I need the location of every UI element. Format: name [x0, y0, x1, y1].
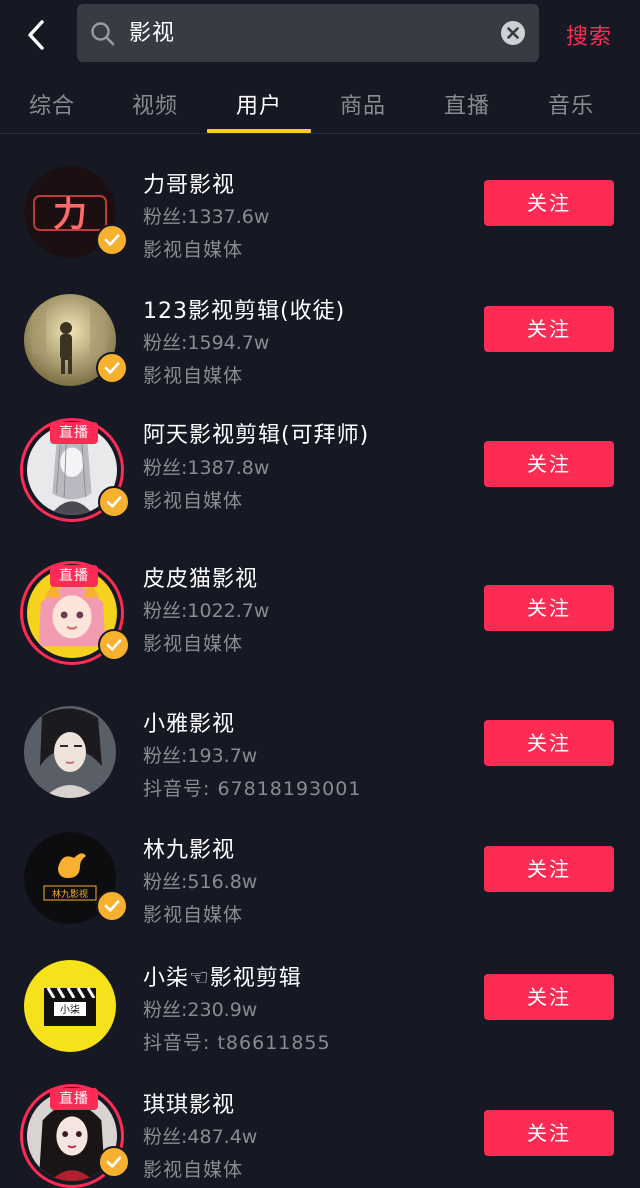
- user-fans: 粉丝:1337.6w: [143, 206, 270, 228]
- clear-icon[interactable]: [500, 20, 526, 46]
- avatar[interactable]: 直播: [20, 561, 130, 665]
- portrait-photo-icon: [24, 706, 116, 798]
- user-fans: 粉丝:1387.8w: [143, 457, 270, 479]
- live-badge: 直播: [50, 1088, 98, 1110]
- user-fans: 粉丝:516.8w: [143, 871, 258, 893]
- category-tabs: 综合 视频 用户 商品 直播 音乐: [0, 70, 640, 134]
- tab-video[interactable]: 视频: [103, 88, 207, 120]
- avatar[interactable]: [20, 702, 124, 806]
- tab-music[interactable]: 音乐: [519, 88, 623, 120]
- user-description: 影视自媒体: [143, 365, 244, 387]
- verified-check-icon: [96, 890, 128, 922]
- user-fans: 粉丝:1022.7w: [143, 600, 270, 622]
- avatar[interactable]: 直播: [20, 1084, 130, 1188]
- tab-users[interactable]: 用户: [207, 88, 311, 120]
- user-name: 皮皮猫影视: [143, 567, 259, 592]
- follow-button[interactable]: 关注: [484, 585, 614, 631]
- search-button[interactable]: 搜索: [566, 19, 612, 51]
- user-fans: 粉丝:230.9w: [143, 999, 258, 1021]
- avatar[interactable]: 小柒: [20, 956, 124, 1060]
- tab-products[interactable]: 商品: [311, 88, 415, 120]
- follow-button[interactable]: 关注: [484, 720, 614, 766]
- clapperboard-logo-icon: 小柒: [24, 960, 116, 1052]
- user-list-item[interactable]: 直播 皮皮猫影视 粉丝:1022.7w 影视自媒体 关注: [0, 554, 640, 680]
- user-list-item[interactable]: 直播 阿天影视剪辑(可拜师) 粉丝:1387.8w 影视自媒体 关注: [0, 410, 640, 536]
- top-search-bar: 搜索: [0, 0, 640, 70]
- verified-check-icon: [98, 629, 130, 661]
- tab-live[interactable]: 直播: [415, 88, 519, 120]
- user-description: 影视自媒体: [143, 633, 244, 655]
- verified-check-icon: [98, 486, 130, 518]
- back-button[interactable]: [14, 14, 58, 58]
- user-description: 影视自媒体: [143, 239, 244, 261]
- follow-button[interactable]: 关注: [484, 974, 614, 1020]
- svg-text:小柒: 小柒: [60, 1003, 80, 1016]
- user-description: 影视自媒体: [143, 904, 244, 926]
- user-name: 力哥影视: [143, 173, 236, 198]
- avatar[interactable]: 直播: [20, 418, 130, 522]
- user-name: 小雅影视: [143, 712, 236, 737]
- search-input[interactable]: [129, 18, 489, 43]
- verified-check-icon: [96, 224, 128, 256]
- avatar[interactable]: 林九影视: [20, 828, 128, 932]
- verified-check-icon: [96, 352, 128, 384]
- follow-button[interactable]: 关注: [484, 846, 614, 892]
- follow-button[interactable]: 关注: [484, 306, 614, 352]
- follow-button[interactable]: 关注: [484, 1110, 614, 1156]
- user-description: 影视自媒体: [143, 1159, 244, 1181]
- avatar[interactable]: 力: [20, 162, 128, 266]
- avatar[interactable]: [20, 290, 128, 394]
- user-list-item[interactable]: 力 力哥影视 粉丝:1337.6w 影视自媒体 关注: [0, 150, 640, 276]
- user-name: 阿天影视剪辑(可拜师): [143, 423, 370, 448]
- tab-comprehensive[interactable]: 综合: [0, 88, 104, 120]
- chevron-left-icon: [28, 20, 44, 50]
- user-name: 123影视剪辑(收徒): [143, 299, 346, 324]
- user-fans: 粉丝:193.7w: [143, 745, 258, 767]
- svg-text:林九影视: 林九影视: [52, 888, 88, 900]
- search-box[interactable]: [77, 4, 539, 62]
- user-name: 林九影视: [143, 838, 236, 863]
- user-list-item[interactable]: 123影视剪辑(收徒) 粉丝:1594.7w 影视自媒体 关注: [0, 276, 640, 402]
- user-list-item[interactable]: 小雅影视 粉丝:193.7w 抖音号: 67818193001 关注: [0, 700, 640, 826]
- search-icon: [91, 22, 115, 46]
- live-badge: 直播: [50, 565, 98, 587]
- user-fans: 粉丝:487.4w: [143, 1126, 258, 1148]
- user-name: 小柒☜影视剪辑: [143, 966, 302, 991]
- user-name: 琪琪影视: [143, 1093, 236, 1118]
- active-tab-indicator: [207, 129, 311, 133]
- user-fans: 粉丝:1594.7w: [143, 332, 270, 354]
- follow-button[interactable]: 关注: [484, 441, 614, 487]
- user-list-item[interactable]: 直播 琪琪影视 粉丝:487.4w 影视自媒体 关注: [0, 1082, 640, 1188]
- svg-text:力: 力: [53, 195, 87, 235]
- user-description: 影视自媒体: [143, 490, 244, 512]
- live-badge: 直播: [50, 422, 98, 444]
- verified-check-icon: [98, 1146, 130, 1178]
- user-list-item[interactable]: 林九影视 林九影视 粉丝:516.8w 影视自媒体 关注: [0, 826, 640, 952]
- user-description: 抖音号: t86611855: [143, 1032, 331, 1054]
- user-description: 抖音号: 67818193001: [143, 778, 362, 800]
- user-list-item[interactable]: 小柒 小柒☜影视剪辑 粉丝:230.9w 抖音号: t86611855 关注: [0, 954, 640, 1080]
- follow-button[interactable]: 关注: [484, 180, 614, 226]
